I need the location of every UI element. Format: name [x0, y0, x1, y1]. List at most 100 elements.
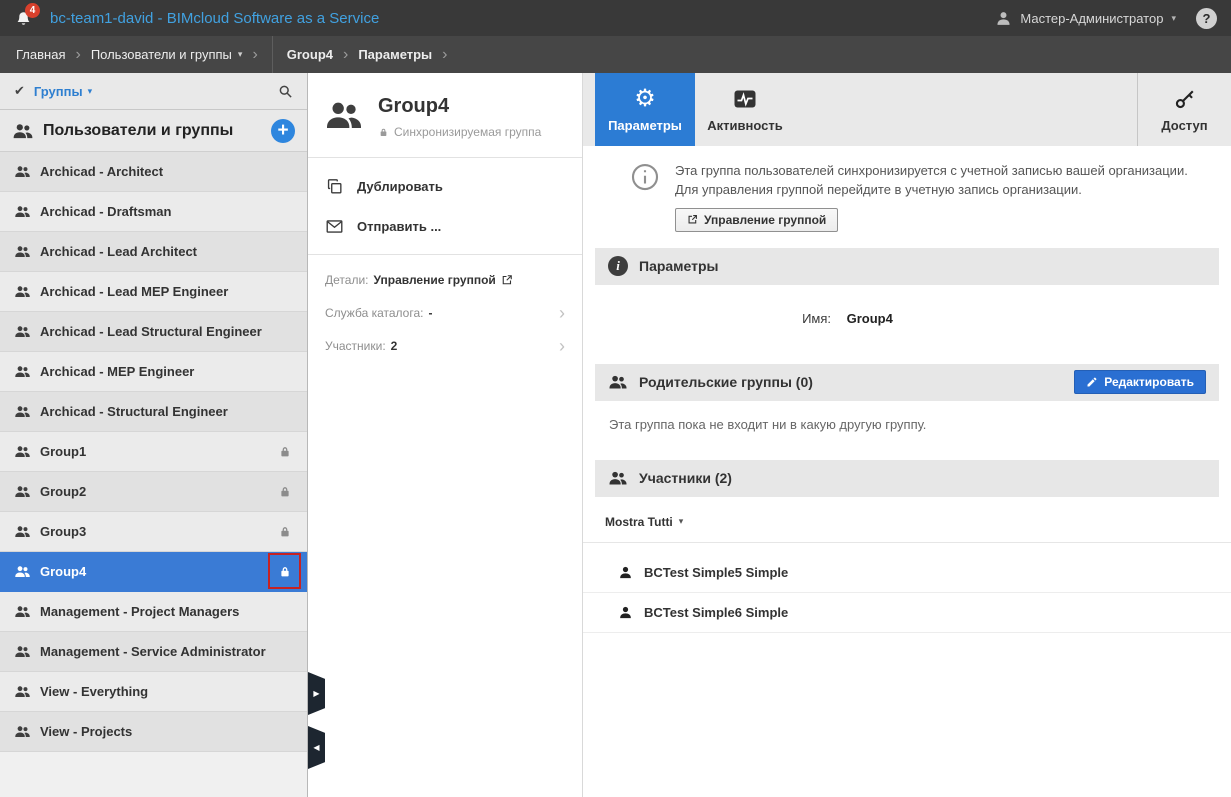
sidebar-item[interactable]: Archicad - MEP Engineer: [0, 352, 307, 392]
bimcloud-manager-window: 4 bc-team1-david - BIMcloud Software as …: [0, 0, 1231, 797]
sidebar-item[interactable]: Archicad - Lead Structural Engineer: [0, 312, 307, 352]
sidebar-item[interactable]: View - Everything: [0, 672, 307, 712]
search-icon[interactable]: [278, 84, 293, 99]
edit-button[interactable]: Редактировать: [1074, 370, 1206, 394]
group-icon: [14, 363, 31, 380]
sidebar-list: Archicad - Architect Archicad - Draftsma…: [0, 152, 307, 752]
member-name: BCTest Simple5 Simple: [644, 565, 788, 580]
chevron-right-icon: ›: [559, 337, 565, 355]
chevron-down-icon: ▾: [238, 49, 243, 60]
tab-bar: ⚙ Параметры Активность Доступ: [583, 73, 1231, 146]
sidebar-item-label: View - Projects: [40, 724, 132, 739]
duplicate-action[interactable]: Дублировать: [308, 166, 582, 206]
manage-group-button[interactable]: Управление группой: [675, 208, 838, 232]
group-icon: [14, 643, 31, 660]
sidebar-expand-handle[interactable]: ▶: [308, 672, 325, 715]
gear-icon: ⚙: [634, 87, 656, 111]
chevron-down-icon: ▾: [679, 516, 684, 527]
breadcrumb-item[interactable]: Параметры ▾: [358, 47, 432, 62]
parent-groups-empty-text: Эта группа пока не входит ни в какую дру…: [583, 401, 1231, 454]
sidebar-item[interactable]: Management - Project Managers: [0, 592, 307, 632]
group-icon: [14, 163, 31, 180]
tab-access[interactable]: Доступ: [1137, 73, 1231, 146]
group-icon: [14, 523, 31, 540]
section-parent-groups: Родительские группы (0) Редактировать: [595, 364, 1219, 401]
notification-badge: 4: [25, 3, 40, 18]
app-title: bc-team1-david - BIMcloud Software as a …: [50, 10, 379, 27]
top-bar: 4 bc-team1-david - BIMcloud Software as …: [0, 0, 1231, 36]
sidebar-item-label: Archicad - Lead Structural Engineer: [40, 324, 262, 339]
detail-panel: Group4 Синхронизируемая группа Дублирова…: [308, 73, 583, 797]
user-menu[interactable]: Мастер-Администратор ▾: [995, 10, 1176, 27]
lock-wrap: [277, 483, 293, 501]
name-row: Имя: Group4: [583, 285, 1231, 358]
name-value: Group4: [847, 311, 893, 326]
sidebar-collapse-handle[interactable]: ◀: [308, 726, 325, 769]
lock-icon: [378, 127, 389, 138]
sidebar-header: Пользователи и группы +: [0, 110, 307, 152]
breadcrumb-item[interactable]: Пользователи и группы ▾: [91, 47, 243, 62]
members-count-row[interactable]: Участники: 2 ›: [308, 329, 582, 362]
lock-icon: [278, 445, 292, 459]
topbar-right: Мастер-Администратор ▾ ?: [995, 8, 1217, 29]
person-icon: [618, 605, 633, 620]
member-row[interactable]: BCTest Simple6 Simple: [583, 593, 1231, 633]
sidebar-item[interactable]: Group1: [0, 432, 307, 472]
manage-group-link[interactable]: Управление группой: [373, 273, 512, 287]
send-action[interactable]: Отправить ...: [308, 206, 582, 246]
member-row[interactable]: BCTest Simple5 Simple: [583, 553, 1231, 593]
breadcrumb-chevron-icon: ›: [343, 47, 348, 63]
tab-parameters[interactable]: ⚙ Параметры: [595, 73, 695, 146]
sidebar-item[interactable]: Archicad - Lead Architect: [0, 232, 307, 272]
sidebar-item[interactable]: Group2: [0, 472, 307, 512]
name-label: Имя:: [583, 311, 831, 326]
external-link-icon: [687, 214, 698, 225]
group-icon: [608, 372, 628, 392]
tab-activity[interactable]: Активность: [695, 73, 795, 146]
sidebar-item[interactable]: Archicad - Architect: [0, 152, 307, 192]
sidebar-item-label: Archicad - Lead Architect: [40, 244, 197, 259]
sidebar-item[interactable]: Management - Service Administrator: [0, 632, 307, 672]
external-link-icon: [501, 274, 513, 286]
details-row: Детали: Управление группой: [308, 255, 582, 296]
groups-filter-dropdown[interactable]: Группы▾: [34, 84, 92, 99]
activity-icon: [733, 87, 757, 111]
info-text-line2: Для управления группой перейдите в учетн…: [675, 181, 1188, 200]
sidebar-header-title: Пользователи и группы: [43, 122, 233, 140]
sidebar: ✔ Группы▾ Пользователи и группы +: [0, 73, 308, 797]
users-groups-icon: [12, 120, 34, 142]
group-icon: [14, 443, 31, 460]
sidebar-item[interactable]: Archicad - Draftsman: [0, 192, 307, 232]
sidebar-item[interactable]: Archicad - Lead MEP Engineer: [0, 272, 307, 312]
check-icon: ✔: [14, 83, 25, 99]
chevron-right-icon: ›: [559, 304, 565, 322]
group-icon: [608, 468, 628, 488]
detail-header: Group4 Синхронизируемая группа: [308, 73, 582, 157]
breadcrumb-chevron-icon: ›: [75, 47, 80, 63]
members-list: BCTest Simple5 Simple BCTest Simple6 Sim…: [583, 542, 1231, 633]
sidebar-item[interactable]: Archicad - Structural Engineer: [0, 392, 307, 432]
sidebar-item-label: Archicad - Architect: [40, 164, 163, 179]
chevron-down-icon: ▾: [88, 86, 93, 97]
sidebar-item-label: Group3: [40, 524, 86, 539]
help-button[interactable]: ?: [1196, 8, 1217, 29]
sidebar-item[interactable]: Group4: [0, 552, 307, 592]
add-button[interactable]: +: [271, 119, 295, 143]
directory-service-row[interactable]: Служба каталога: - ›: [308, 296, 582, 329]
notifications-button[interactable]: 4: [14, 6, 36, 30]
detail-title: Group4: [378, 95, 541, 118]
breadcrumb-chevron-icon: ›: [442, 47, 447, 63]
breadcrumb: Главная ▾ › Пользователи и группы ▾ › Gr…: [0, 36, 1231, 73]
breadcrumb-item[interactable]: Group4 ▾: [287, 47, 333, 62]
lock-wrap: [277, 523, 293, 541]
members-filter-dropdown[interactable]: Mostra Tutti ▾: [583, 497, 1231, 542]
sidebar-item-label: Group4: [40, 564, 86, 579]
sidebar-item[interactable]: Group3: [0, 512, 307, 552]
main-content: Эта группа пользователей синхронизируетс…: [583, 146, 1231, 797]
group-icon: [14, 563, 31, 580]
sidebar-item[interactable]: View - Projects: [0, 712, 307, 752]
lock-icon: [278, 565, 292, 579]
group-icon: [14, 683, 31, 700]
breadcrumb-list: Главная ▾ › Пользователи и группы ▾ › Gr…: [16, 36, 458, 73]
breadcrumb-item[interactable]: Главная ▾: [16, 47, 65, 62]
